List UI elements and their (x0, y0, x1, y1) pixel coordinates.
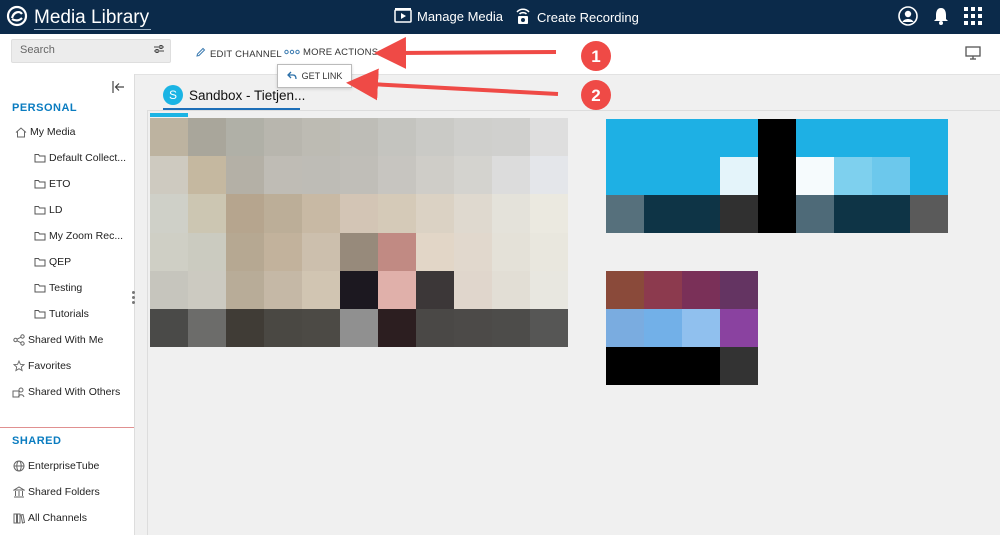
annotation-arrow-2 (346, 68, 559, 101)
annotation-layer: 1 2 (346, 36, 611, 110)
callout-2-text: 2 (591, 86, 600, 105)
callout-badge-2: 2 (581, 80, 611, 110)
callout-1-text: 1 (591, 47, 600, 66)
callout-badge-1: 1 (581, 41, 611, 71)
annotation-arrow-1 (374, 36, 557, 69)
